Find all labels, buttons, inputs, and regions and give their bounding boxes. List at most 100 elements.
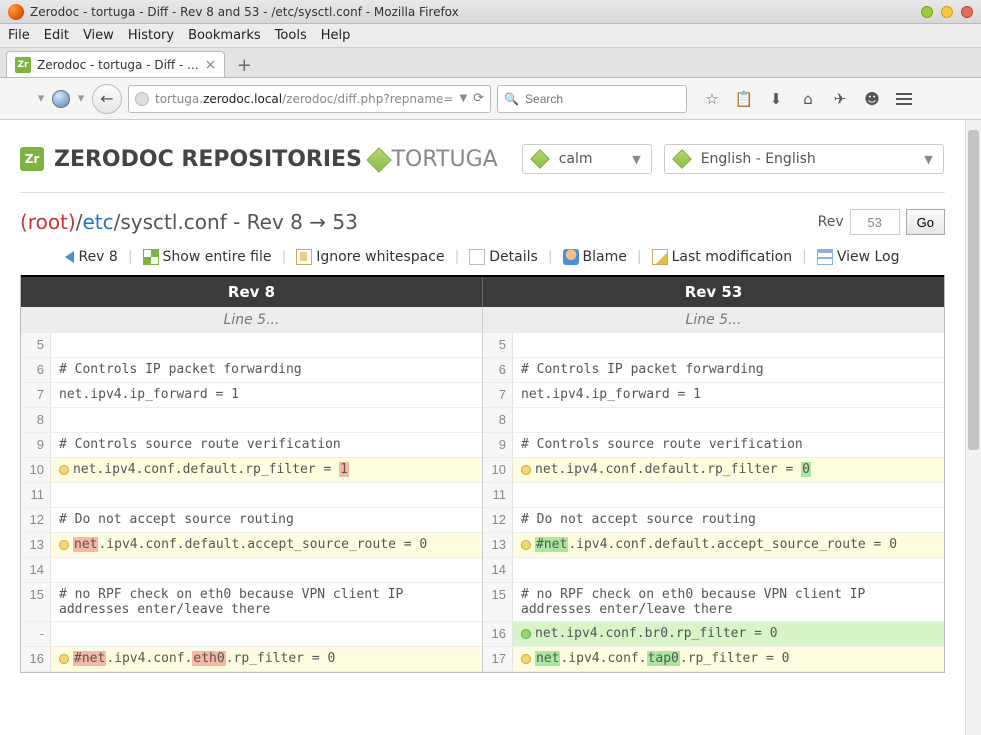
line-number: 17	[483, 647, 513, 671]
breadcrumb-root[interactable]: (root)	[20, 210, 76, 234]
last-modification-link[interactable]: Last modification	[652, 249, 793, 265]
vertical-scrollbar[interactable]	[965, 120, 981, 735]
code-cell: # Controls source route verification	[513, 433, 944, 457]
home-icon[interactable]: ⌂	[799, 90, 817, 108]
line-number: 11	[483, 483, 513, 507]
line-number: 12	[21, 508, 51, 532]
reload-button[interactable]: ⟳	[473, 91, 484, 106]
new-tab-button[interactable]: +	[231, 55, 257, 77]
go-button[interactable]: Go	[906, 209, 945, 235]
site-identity-icon[interactable]	[135, 92, 149, 106]
code-cell: #net.ipv4.conf.eth0.rp_filter = 0	[51, 647, 482, 671]
back-button[interactable]: ←	[92, 84, 122, 114]
code-cell: net.ipv4.conf.default.rp_filter = 0	[513, 458, 944, 482]
tab-close-button[interactable]: ×	[205, 58, 217, 72]
nav-toolbar: ▾ ▾ ← tortuga.zerodoc.local/zerodoc/diff…	[0, 78, 981, 120]
line-number: 5	[483, 333, 513, 357]
page-content: Zr ZERODOC REPOSITORIES TORTUGA calm▼ En…	[0, 120, 965, 735]
url-text[interactable]: tortuga.zerodoc.local/zerodoc/diff.php?r…	[155, 92, 453, 106]
scrollbar-thumb[interactable]	[968, 130, 979, 450]
clipboard-icon[interactable]: 📋	[735, 90, 753, 108]
window-close-button[interactable]	[961, 6, 973, 18]
diff-row: 8	[483, 408, 944, 433]
search-icon: 🔍	[504, 92, 519, 106]
url-bar[interactable]: tortuga.zerodoc.local/zerodoc/diff.php?r…	[128, 85, 491, 113]
window-maximize-button[interactable]	[941, 6, 953, 18]
log-icon	[817, 249, 833, 265]
line-number: 15	[483, 583, 513, 621]
rev-input[interactable]	[850, 209, 900, 235]
chat-icon[interactable]: ☻	[863, 90, 881, 108]
window-title: Zerodoc - tortuga - Diff - Rev 8 and 53 …	[30, 5, 921, 19]
logo-icon: Zr	[20, 147, 44, 171]
search-bar[interactable]: 🔍	[497, 85, 687, 113]
window-minimize-button[interactable]	[921, 6, 933, 18]
downloads-icon[interactable]: ⬇	[767, 90, 785, 108]
toolbar-dropdown-icon[interactable]: ▾	[36, 91, 46, 106]
menu-view[interactable]: View	[83, 28, 114, 43]
blame-link[interactable]: Blame	[563, 249, 627, 265]
bookmark-star-icon[interactable]: ☆	[703, 90, 721, 108]
url-dropdown-icon[interactable]: ▼	[459, 93, 467, 104]
menu-file[interactable]: File	[8, 28, 30, 43]
diff-col-right: 56# Controls IP packet forwarding7net.ip…	[483, 333, 944, 672]
diff-row: 10net.ipv4.conf.default.rp_filter = 0	[483, 458, 944, 483]
diff-row: 12# Do not accept source routing	[483, 508, 944, 533]
apps-icon[interactable]	[8, 88, 30, 110]
code-cell	[513, 558, 944, 582]
line-number: 11	[21, 483, 51, 507]
code-cell: #net.ipv4.conf.default.accept_source_rou…	[513, 533, 944, 557]
code-cell: # Controls source route verification	[51, 433, 482, 457]
line-number: 12	[483, 508, 513, 532]
code-cell: net.ipv4.conf.default.accept_source_rout…	[51, 533, 482, 557]
globe-icon[interactable]	[52, 90, 70, 108]
toolbar-dropdown-icon[interactable]: ▾	[76, 91, 86, 106]
rev8-link[interactable]: Rev 8	[65, 249, 117, 265]
line-number: 10	[483, 458, 513, 482]
diff-row: 11	[21, 483, 482, 508]
action-bar: Rev 8 | Show entire file | Ignore whites…	[20, 249, 945, 265]
menu-edit[interactable]: Edit	[44, 28, 69, 43]
change-bullet-icon	[59, 654, 69, 664]
browser-tab[interactable]: Zr Zerodoc - tortuga - Diff - ... ×	[6, 51, 225, 77]
document-icon	[469, 249, 485, 265]
diff-row: 9# Controls source route verification	[483, 433, 944, 458]
diff-row: 5	[21, 333, 482, 358]
code-cell: net.ipv4.ip_forward = 1	[513, 383, 944, 407]
menu-bar: File Edit View History Bookmarks Tools H…	[0, 24, 981, 48]
search-input[interactable]	[525, 92, 680, 106]
menu-help[interactable]: Help	[321, 28, 351, 43]
firefox-icon	[8, 4, 24, 20]
ignore-whitespace-link[interactable]: Ignore whitespace	[296, 249, 444, 265]
user-icon	[563, 249, 579, 265]
menu-history[interactable]: History	[128, 28, 174, 43]
menu-tools[interactable]: Tools	[275, 28, 307, 43]
breadcrumb-etc[interactable]: etc	[82, 210, 113, 234]
diff-row: 13#net.ipv4.conf.default.accept_source_r…	[483, 533, 944, 558]
whitespace-icon	[296, 249, 312, 265]
diff-table: Rev 8 Rev 53 Line 5... Line 5... 56# Con…	[20, 275, 945, 673]
hamburger-menu-icon[interactable]	[895, 90, 913, 108]
details-link[interactable]: Details	[469, 249, 538, 265]
cube-icon	[672, 149, 692, 169]
diff-row: 8	[21, 408, 482, 433]
line-number: -	[21, 622, 51, 646]
code-cell: # Controls IP packet forwarding	[51, 358, 482, 382]
cube-icon	[366, 147, 391, 172]
send-icon[interactable]: ✈	[831, 90, 849, 108]
line-number: 9	[21, 433, 51, 457]
change-bullet-icon	[59, 540, 69, 550]
code-cell	[51, 622, 482, 646]
code-cell	[51, 558, 482, 582]
diff-row: 5	[483, 333, 944, 358]
line-number: 13	[21, 533, 51, 557]
view-log-link[interactable]: View Log	[817, 249, 900, 265]
show-entire-file-link[interactable]: Show entire file	[143, 249, 272, 265]
code-cell	[51, 483, 482, 507]
code-cell	[51, 333, 482, 357]
change-bullet-icon	[521, 465, 531, 475]
theme-select[interactable]: calm▼	[522, 144, 652, 174]
language-select[interactable]: English - English▼	[664, 144, 944, 174]
diff-row: 15# no RPF check on eth0 because VPN cli…	[483, 583, 944, 622]
menu-bookmarks[interactable]: Bookmarks	[188, 28, 261, 43]
